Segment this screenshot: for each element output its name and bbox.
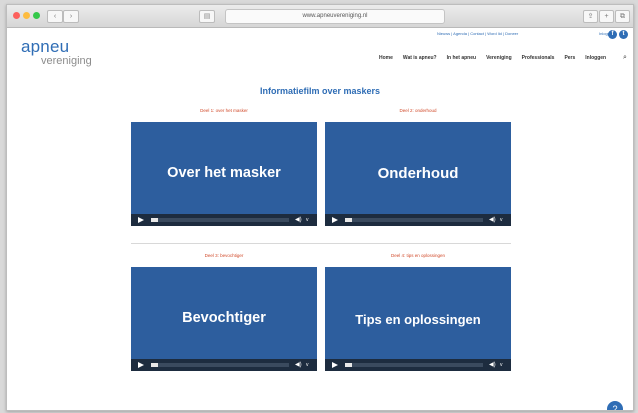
- video-player[interactable]: Over het masker ◀) v: [131, 122, 317, 226]
- progress-bar[interactable]: [345, 363, 483, 367]
- logo-wordmark-bottom: vereniging: [41, 55, 92, 67]
- volume-icon[interactable]: ◀): [489, 216, 496, 224]
- progress-fill: [345, 363, 352, 367]
- vimeo-icon[interactable]: v: [306, 216, 309, 224]
- video-player[interactable]: Tips en oplossingen ◀) v: [325, 267, 511, 371]
- section-divider: [131, 243, 511, 244]
- utility-bar: Nieuws | Agenda | Contact | Word lid | D…: [437, 31, 614, 36]
- video-title: Onderhoud: [377, 165, 459, 182]
- play-icon[interactable]: [332, 217, 338, 223]
- help-icon[interactable]: ?: [607, 401, 623, 410]
- progress-fill: [151, 363, 158, 367]
- site-logo[interactable]: apneu vereniging: [21, 37, 92, 67]
- video-title: Tips en oplossingen: [355, 312, 481, 327]
- chevron-left-icon[interactable]: ‹: [47, 10, 63, 23]
- minimize-window-button[interactable]: [23, 12, 30, 19]
- progress-fill: [151, 218, 158, 222]
- video-player[interactable]: Bevochtiger ◀) v: [131, 267, 317, 371]
- nav-item-pers[interactable]: Pers: [564, 55, 575, 61]
- video-controls: ◀) v: [131, 214, 317, 226]
- browser-toolbar: ‹ › ▤ www.apneuvereniging.nl ⇪ + ⧉: [7, 5, 633, 28]
- sidebar-icon[interactable]: ▤: [199, 10, 215, 23]
- progress-bar[interactable]: [345, 218, 483, 222]
- volume-icon[interactable]: ◀): [295, 361, 302, 369]
- play-icon[interactable]: [138, 217, 144, 223]
- nav-item-inloggen[interactable]: Inloggen: [585, 55, 606, 61]
- nav-item-wat-is-apneu[interactable]: Wat is apneu?: [403, 55, 437, 61]
- volume-icon[interactable]: ◀): [295, 216, 302, 224]
- video-controls: ◀) v: [325, 359, 511, 371]
- video-controls: ◀) v: [131, 359, 317, 371]
- vimeo-icon[interactable]: v: [500, 361, 503, 369]
- chevron-right-icon[interactable]: ›: [63, 10, 79, 23]
- progress-bar[interactable]: [151, 218, 289, 222]
- video-controls: ◀) v: [325, 214, 511, 226]
- nav-item-professionals[interactable]: Professionals: [522, 55, 555, 61]
- main-nav: Home Wat is apneu? In het apneu Verenigi…: [379, 55, 606, 61]
- play-icon[interactable]: [138, 362, 144, 368]
- progress-fill: [345, 218, 352, 222]
- utility-links[interactable]: Nieuws | Agenda | Contact | Word lid | D…: [437, 31, 518, 36]
- play-icon[interactable]: [332, 362, 338, 368]
- url-text: www.apneuvereniging.nl: [302, 13, 368, 19]
- nav-item-home[interactable]: Home: [379, 55, 393, 61]
- address-bar[interactable]: www.apneuvereniging.nl: [225, 9, 445, 24]
- progress-bar[interactable]: [151, 363, 289, 367]
- video-section-label: Deel 2: onderhoud: [399, 108, 437, 113]
- browser-window: ‹ › ▤ www.apneuvereniging.nl ⇪ + ⧉ apneu…: [6, 4, 634, 411]
- video-section-label: Deel 1: over het masker: [200, 108, 248, 113]
- video-title: Over het masker: [167, 165, 281, 181]
- video-player[interactable]: Onderhoud ◀) v: [325, 122, 511, 226]
- search-icon[interactable]: ⌕: [623, 54, 627, 62]
- vimeo-icon[interactable]: v: [500, 216, 503, 224]
- video-section-label: Deel 3: bevochtiger: [204, 253, 244, 258]
- share-icon[interactable]: ⇪: [583, 10, 598, 23]
- video-section-label: Deel 4: tips en oplossingen: [390, 253, 446, 258]
- vimeo-icon[interactable]: v: [306, 361, 309, 369]
- nav-item-in-het-apneu[interactable]: In het apneu: [447, 55, 476, 61]
- new-tab-button[interactable]: +: [599, 10, 614, 23]
- logo-wordmark-top: apneu: [21, 37, 70, 56]
- zoom-window-button[interactable]: [33, 12, 40, 19]
- page-title: Informatiefilm over maskers: [259, 86, 381, 96]
- close-window-button[interactable]: [13, 12, 20, 19]
- tabs-icon[interactable]: ⧉: [615, 10, 630, 23]
- twitter-icon[interactable]: t: [619, 30, 628, 39]
- facebook-icon[interactable]: f: [608, 30, 617, 39]
- nav-item-vereniging[interactable]: Vereniging: [486, 55, 512, 61]
- video-title: Bevochtiger: [182, 310, 266, 326]
- volume-icon[interactable]: ◀): [489, 361, 496, 369]
